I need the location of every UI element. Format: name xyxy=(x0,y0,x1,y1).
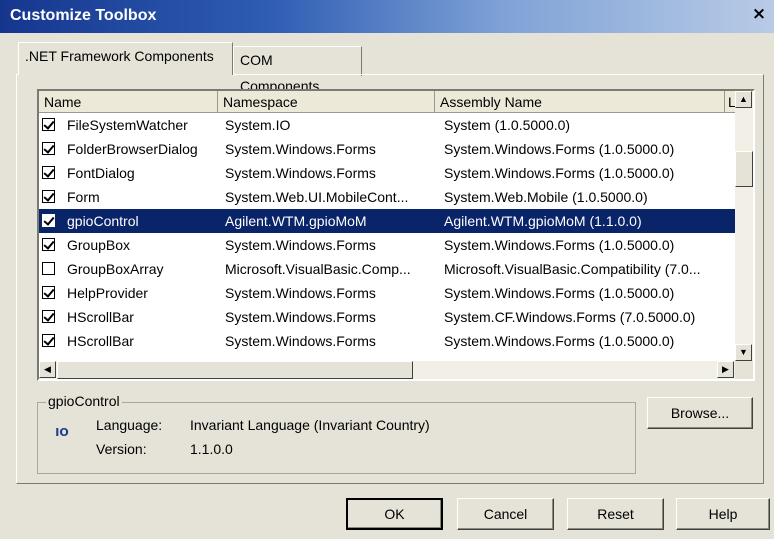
cell-namespace: System.Windows.Forms xyxy=(225,309,376,325)
cell-namespace: System.IO xyxy=(225,117,291,133)
list-header: Name Namespace Assembly Name L xyxy=(39,91,735,113)
version-value: 1.1.0.0 xyxy=(190,441,233,457)
cell-namespace: System.Web.UI.MobileCont... xyxy=(225,189,409,205)
cell-namespace: System.Windows.Forms xyxy=(225,333,376,349)
table-row[interactable]: FontDialog System.Windows.Forms System.Win… xyxy=(39,161,735,185)
details-group-title: gpioControl xyxy=(46,393,122,409)
cell-namespace: System.Windows.Forms xyxy=(225,285,376,301)
row-checkbox[interactable] xyxy=(42,214,55,227)
row-checkbox[interactable] xyxy=(42,286,55,299)
cell-name: FolderBrowserDialog xyxy=(67,141,198,157)
row-checkbox[interactable] xyxy=(42,118,55,131)
cell-namespace: Microsoft.VisualBasic.Comp... xyxy=(225,261,411,277)
version-label: Version: xyxy=(96,441,147,457)
table-row[interactable]: FolderBrowserDialog System.Windows.Forms S… xyxy=(39,137,735,161)
horizontal-scrollbar[interactable]: ◀ ▶ xyxy=(39,361,735,379)
cell-assembly-name: System.CF.Windows.Forms (7.0.5000.0) xyxy=(444,309,696,325)
tab-com-components[interactable]: COM Components xyxy=(233,46,362,94)
cell-name: HScrollBar xyxy=(67,309,134,325)
language-label: Language: xyxy=(96,417,163,433)
cell-name: gpioControl xyxy=(67,213,139,229)
table-row[interactable]: Form System.Web.UI.MobileCont... System.We… xyxy=(39,185,735,209)
column-header-assembly-name[interactable]: Assembly Name xyxy=(435,91,725,113)
cell-name: FontDialog xyxy=(67,165,135,181)
cell-assembly-name: System.Windows.Forms (1.0.5000.0) xyxy=(444,333,675,349)
list-viewport: Name Namespace Assembly Name L FileSyste… xyxy=(39,91,735,361)
scrollbar-corner xyxy=(735,361,753,379)
column-header-namespace[interactable]: Namespace xyxy=(218,91,435,113)
reset-button[interactable]: Reset xyxy=(567,498,664,530)
scroll-right-button[interactable]: ▶ xyxy=(717,361,734,378)
cell-name: HelpProvider xyxy=(67,285,148,301)
cell-assembly-name: System (1.0.5000.0) xyxy=(444,117,571,133)
table-row[interactable]: GroupBox System.Windows.Forms System.Windo… xyxy=(39,233,735,257)
cell-namespace: System.Windows.Forms xyxy=(225,141,376,157)
vertical-scroll-thumb[interactable] xyxy=(735,151,753,187)
table-row[interactable]: HScrollBar System.Windows.Forms System.Win… xyxy=(39,329,735,353)
tab-net-framework-components[interactable]: .NET Framework Components xyxy=(18,42,233,75)
cell-name: GroupBoxArray xyxy=(67,261,164,277)
scroll-left-button[interactable]: ◀ xyxy=(39,361,56,378)
cell-assembly-name: System.Windows.Forms (1.0.5000.0) xyxy=(444,165,675,181)
close-icon[interactable]: × xyxy=(750,5,768,23)
cell-assembly-name: System.Windows.Forms (1.0.5000.0) xyxy=(444,141,675,157)
cell-name: HScrollBar xyxy=(67,333,134,349)
cell-namespace: Agilent.WTM.gpioMoM xyxy=(225,213,367,229)
language-value: Invariant Language (Invariant Country) xyxy=(190,417,430,433)
table-row[interactable]: HScrollBar System.Windows.Forms System.CF.… xyxy=(39,305,735,329)
column-header-language[interactable]: L xyxy=(725,91,735,113)
title-bar: Customize Toolbox × xyxy=(0,0,774,33)
row-checkbox[interactable] xyxy=(42,166,55,179)
browse-button[interactable]: Browse... xyxy=(647,397,753,429)
help-button[interactable]: Help xyxy=(676,498,770,530)
details-groupbox: gpioControl IO Language: Invariant Langu… xyxy=(37,393,636,474)
cell-assembly-name: System.Windows.Forms (1.0.5000.0) xyxy=(444,237,675,253)
cancel-button[interactable]: Cancel xyxy=(457,498,554,530)
row-checkbox[interactable] xyxy=(42,310,55,323)
component-icon: IO xyxy=(55,426,69,439)
horizontal-scroll-thumb[interactable] xyxy=(57,361,413,379)
table-row[interactable]: GroupBoxArray Microsoft.VisualBasic.Comp.… xyxy=(39,257,735,281)
cell-name: GroupBox xyxy=(67,237,131,253)
row-checkbox[interactable] xyxy=(42,262,55,275)
window-title: Customize Toolbox xyxy=(10,7,157,24)
scroll-up-button[interactable]: ▲ xyxy=(735,91,752,108)
components-list[interactable]: Name Namespace Assembly Name L FileSyste… xyxy=(37,89,755,381)
table-row[interactable]: gpioControl Agilent.WTM.gpioMoM Agilent.WT… xyxy=(39,209,735,233)
table-row[interactable]: HelpProvider System.Windows.Forms System.W… xyxy=(39,281,735,305)
cell-namespace: System.Windows.Forms xyxy=(225,237,376,253)
row-checkbox[interactable] xyxy=(42,334,55,347)
cell-assembly-name: Agilent.WTM.gpioMoM (1.1.0.0) xyxy=(444,213,642,229)
cell-name: Form xyxy=(67,189,100,205)
row-checkbox[interactable] xyxy=(42,142,55,155)
cell-assembly-name: Microsoft.VisualBasic.Compatibility (7.0… xyxy=(444,261,701,277)
cell-assembly-name: System.Windows.Forms (1.0.5000.0) xyxy=(444,285,675,301)
table-row[interactable]: FileSystemWatcher System.IO System (1.0.50… xyxy=(39,113,735,137)
column-header-name[interactable]: Name xyxy=(39,91,218,113)
ok-button[interactable]: OK xyxy=(346,498,443,530)
cell-name: FileSystemWatcher xyxy=(67,117,188,133)
vertical-scrollbar[interactable]: ▲ ▼ xyxy=(735,91,753,361)
row-checkbox[interactable] xyxy=(42,238,55,251)
cell-namespace: System.Windows.Forms xyxy=(225,165,376,181)
cell-assembly-name: System.Web.Mobile (1.0.5000.0) xyxy=(444,189,648,205)
tab-label: .NET Framework Components xyxy=(25,48,214,64)
scroll-down-button[interactable]: ▼ xyxy=(735,344,752,361)
row-checkbox[interactable] xyxy=(42,190,55,203)
